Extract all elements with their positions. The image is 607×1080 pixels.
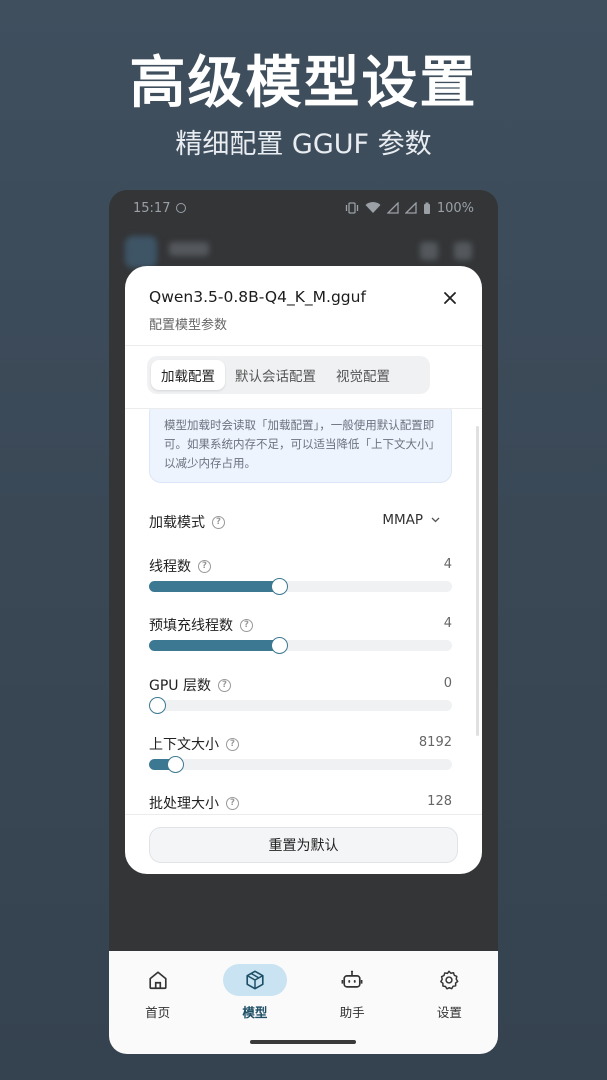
threads-label: 线程数 ? bbox=[149, 556, 211, 576]
divider bbox=[125, 814, 482, 815]
divider bbox=[125, 345, 482, 346]
battery-icon bbox=[423, 202, 430, 214]
slider-track bbox=[149, 759, 452, 770]
banner-title: 高级模型设置 bbox=[129, 51, 478, 116]
background-action bbox=[420, 242, 438, 260]
battery-level: 100% bbox=[436, 200, 474, 216]
banner-subtitle: 精细配置 GGUF 参数 bbox=[175, 129, 432, 160]
load-mode-value: MMAP bbox=[382, 512, 423, 528]
settings-scroll-area[interactable]: 模型加载时会读取「加载配置」，一般使用默认配置即可。如果系统内存不足，可以适当降… bbox=[125, 409, 482, 813]
prefill-threads-slider[interactable] bbox=[149, 637, 452, 654]
load-mode-label: 加载模式 ? bbox=[149, 512, 225, 532]
batch-size-value: 128 bbox=[427, 794, 452, 809]
slider-fill bbox=[149, 640, 280, 651]
gpu-layers-label: GPU 层数 ? bbox=[149, 675, 231, 695]
slider-thumb[interactable] bbox=[166, 756, 184, 773]
gear-icon bbox=[417, 964, 481, 996]
help-icon[interactable]: ? bbox=[226, 737, 239, 751]
prefill-threads-label: 预填充线程数 ? bbox=[149, 615, 253, 635]
background-app-icon bbox=[125, 236, 157, 268]
cube-icon bbox=[222, 964, 287, 996]
context-size-label: 上下文大小 ? bbox=[149, 734, 239, 754]
slider-thumb[interactable] bbox=[271, 578, 289, 595]
tab-vision-config[interactable]: 视觉配置 bbox=[326, 360, 400, 390]
help-icon[interactable]: ? bbox=[212, 515, 225, 529]
dialog-title: Qwen3.5-0.8B-Q4_K_M.gguf bbox=[149, 288, 366, 306]
robot-icon bbox=[320, 964, 384, 996]
help-icon[interactable]: ? bbox=[198, 559, 211, 573]
home-indicator[interactable] bbox=[250, 1040, 356, 1044]
threads-value: 4 bbox=[443, 557, 452, 572]
slider-fill bbox=[149, 581, 280, 592]
slider-thumb[interactable] bbox=[271, 637, 289, 654]
slider-track bbox=[149, 700, 452, 711]
bottom-navigation: 首页 模型 助手 设置 bbox=[109, 951, 498, 1054]
help-icon[interactable]: ? bbox=[240, 618, 253, 632]
nav-item-settings[interactable]: 设置 bbox=[401, 951, 498, 1054]
context-size-value: 8192 bbox=[418, 735, 452, 750]
threads-slider[interactable] bbox=[149, 578, 452, 595]
signal-icon bbox=[386, 202, 399, 214]
help-icon[interactable]: ? bbox=[218, 678, 231, 692]
slider-thumb[interactable] bbox=[149, 697, 166, 714]
reset-defaults-button[interactable]: 重置为默认 bbox=[149, 827, 458, 863]
info-box: 模型加载时会读取「加载配置」，一般使用默认配置即可。如果系统内存不足，可以适当降… bbox=[149, 409, 452, 483]
nav-item-assistant[interactable]: 助手 bbox=[304, 951, 401, 1054]
gpu-layers-value: 0 bbox=[443, 676, 452, 691]
signal-icon bbox=[404, 202, 417, 214]
load-mode-select[interactable]: MMAP bbox=[382, 512, 440, 528]
background-action bbox=[454, 242, 472, 260]
wifi-icon bbox=[365, 202, 381, 213]
close-icon bbox=[444, 292, 456, 304]
status-time: 15:17 bbox=[133, 200, 171, 216]
notification-icon bbox=[176, 203, 187, 213]
close-button[interactable] bbox=[438, 286, 462, 310]
help-icon[interactable]: ? bbox=[226, 796, 239, 810]
batch-size-label: 批处理大小 ? bbox=[149, 793, 239, 813]
vibrate-icon bbox=[345, 202, 358, 214]
background-app-title bbox=[169, 242, 209, 256]
nav-item-home[interactable]: 首页 bbox=[109, 951, 206, 1054]
context-size-slider[interactable] bbox=[149, 756, 452, 773]
home-icon bbox=[126, 964, 190, 996]
phone-screen: 15:17 100% Qwen3.5-0.8B-Q4_K_M.gguf 配置模型… bbox=[109, 190, 498, 1054]
nav-item-models[interactable]: 模型 bbox=[206, 951, 303, 1054]
status-bar: 15:17 100% bbox=[109, 190, 498, 226]
chevron-down-icon bbox=[431, 517, 440, 523]
tab-bar: 加载配置 默认会话配置 视觉配置 bbox=[147, 356, 430, 394]
gpu-layers-slider[interactable] bbox=[149, 697, 452, 714]
prefill-threads-value: 4 bbox=[443, 616, 452, 631]
model-settings-dialog: Qwen3.5-0.8B-Q4_K_M.gguf 配置模型参数 加载配置 默认会… bbox=[125, 266, 482, 874]
tab-default-session-config[interactable]: 默认会话配置 bbox=[225, 360, 326, 390]
dialog-subtitle: 配置模型参数 bbox=[149, 318, 228, 333]
scrollbar[interactable] bbox=[476, 426, 479, 736]
tab-load-config[interactable]: 加载配置 bbox=[151, 360, 225, 390]
